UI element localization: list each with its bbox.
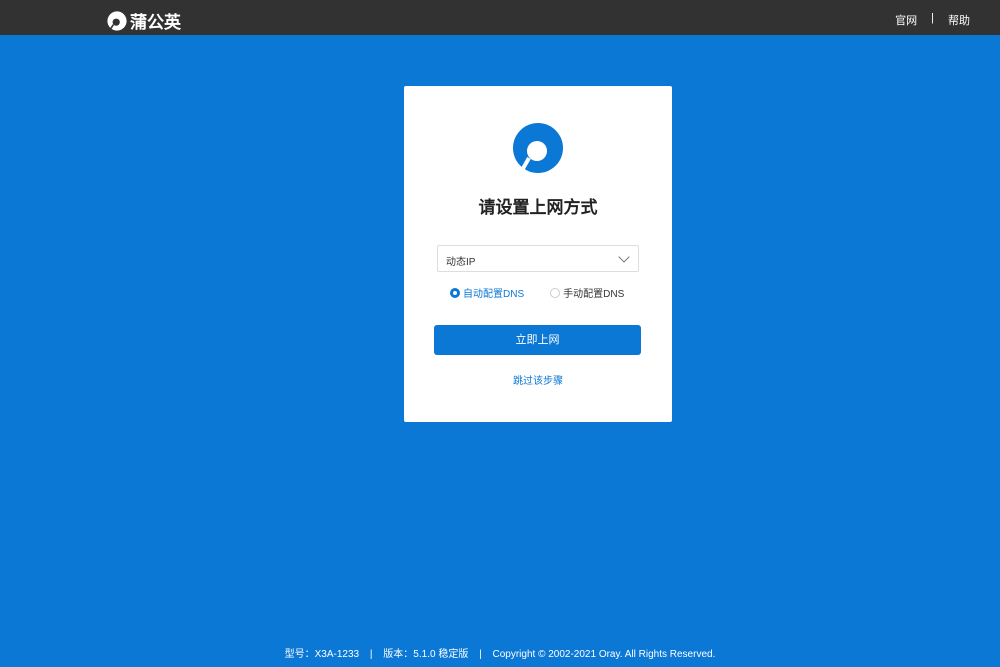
divider: | [479, 649, 482, 660]
divider: | [369, 649, 373, 660]
radio-label: 自动配置DNS [463, 289, 525, 300]
radio-auto-dns[interactable]: 自动配置DNS [450, 285, 524, 300]
official-site-link[interactable]: 官网 [895, 12, 917, 28]
radio-checked-icon [450, 287, 460, 298]
radio-manual-dns[interactable]: 手动配置DNS [550, 285, 624, 300]
connect-now-button[interactable]: 立即上网 [434, 325, 641, 355]
page-title: 请设置上网方式 [478, 198, 598, 217]
skip-step-link[interactable]: 跳过该步骤 [404, 372, 672, 387]
help-link[interactable]: 帮助 [948, 12, 970, 28]
dandelion-logo-icon [107, 10, 127, 31]
connection-type-select[interactable]: 动态IP [437, 245, 639, 272]
footer: 型号：X3A-1233 | 版本：5.1.0 稳定版 | Copyright ©… [0, 645, 1000, 660]
model-text: 型号：X3A-1233 [284, 649, 360, 660]
brand-logo[interactable]: 蒲公英 [107, 8, 181, 33]
top-bar: 蒲公英 官网 | 帮助 [0, 0, 1000, 35]
select-value: 动态IP [446, 257, 476, 268]
radio-label: 手动配置DNS [563, 289, 625, 300]
dandelion-logo-icon [513, 123, 563, 173]
brand-name: 蒲公英 [130, 13, 181, 32]
radio-unchecked-icon [550, 287, 561, 298]
version-text: 版本：5.1.0 稳定版 [383, 649, 469, 660]
copyright-text: Copyright © 2002-2021 Oray. All Rights R… [492, 649, 716, 660]
setup-card: 请设置上网方式 动态IP 自动配置DNS 手动配置DNS 立即上网 跳过该步骤 [404, 86, 672, 422]
divider: | [931, 12, 934, 24]
chevron-down-icon [618, 251, 630, 263]
